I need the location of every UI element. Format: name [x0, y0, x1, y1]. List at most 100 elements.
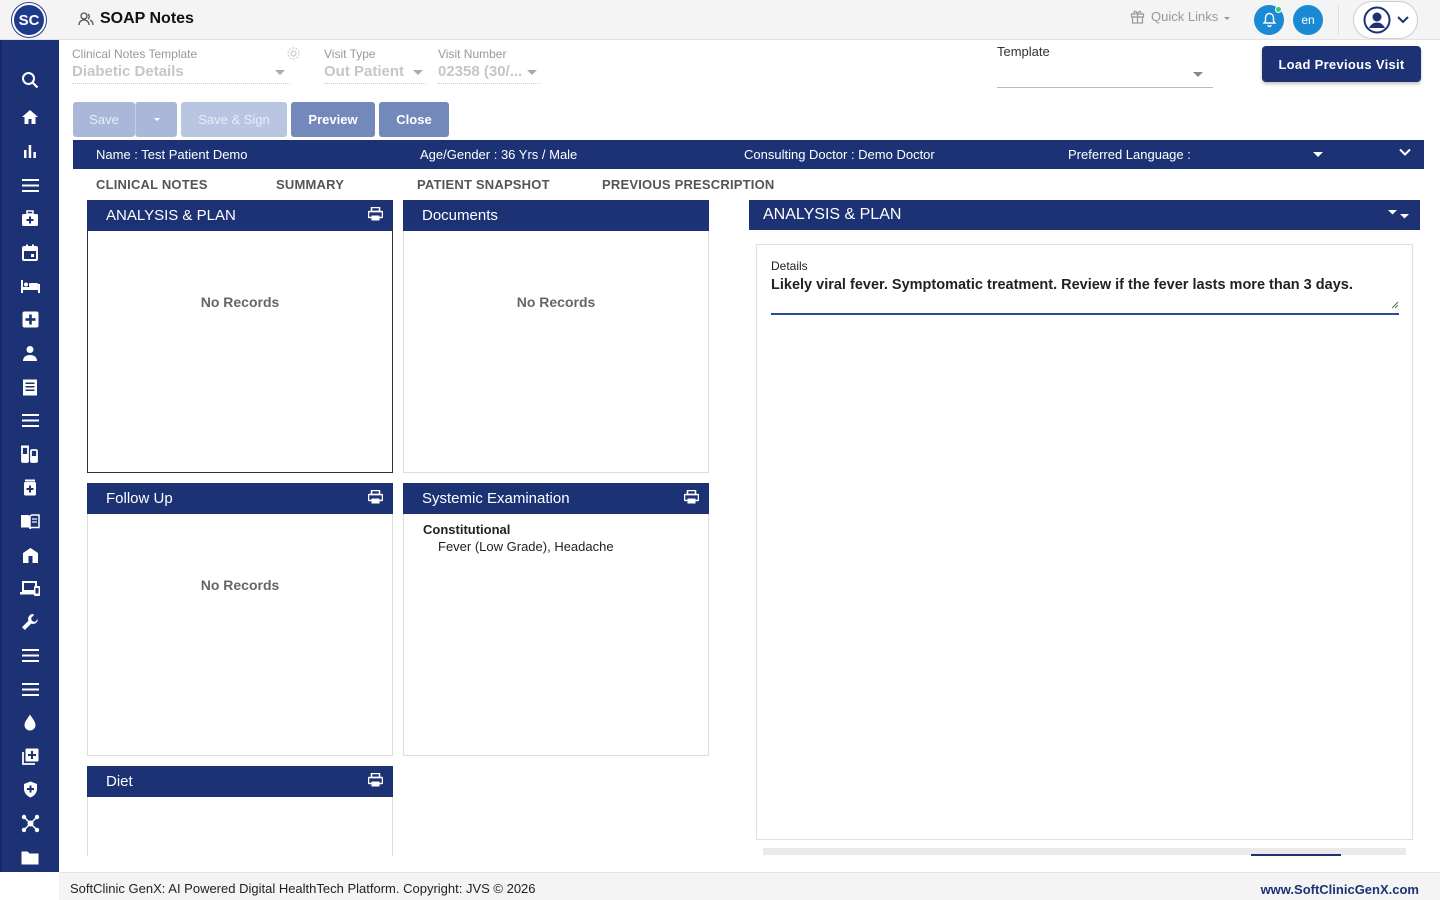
documents-card[interactable]: Documents No Records	[403, 200, 709, 473]
patient-info-bar: Name : Test Patient Demo Age/Gender : 36…	[73, 140, 1424, 169]
calendar-icon[interactable]	[19, 241, 41, 263]
resize-handle-icon[interactable]	[1391, 301, 1399, 309]
page-title: SOAP Notes	[100, 10, 194, 27]
horizontal-scrollbar[interactable]	[763, 848, 1406, 856]
collapse-caret-icon[interactable]	[1388, 209, 1410, 221]
tab-previous-prescription[interactable]: PREVIOUS PRESCRIPTION	[602, 177, 775, 192]
diet-card[interactable]: Diet	[87, 766, 393, 856]
preview-button[interactable]: Preview	[291, 102, 375, 137]
drop-icon[interactable]	[19, 711, 41, 733]
card-title: Follow Up	[106, 490, 173, 507]
card-header: Documents	[403, 200, 709, 231]
details-label: Details	[771, 259, 808, 273]
save-button[interactable]: Save	[73, 102, 135, 137]
exam-section-value: Fever (Low Grade), Headache	[438, 539, 614, 554]
plus-box-icon[interactable]	[19, 308, 41, 330]
copyright-text: SoftClinic GenX: AI Powered Digital Heal…	[70, 881, 536, 896]
preferred-language-label: Preferred Language :	[1068, 147, 1191, 162]
panel-title: ANALYSIS & PLAN	[763, 206, 902, 223]
patient-name: Name : Test Patient Demo	[96, 147, 248, 162]
lab-icon[interactable]	[19, 443, 41, 465]
chevron-down-icon[interactable]	[1399, 148, 1411, 157]
systemic-examination-card[interactable]: Systemic Examination Constitutional Feve…	[403, 483, 709, 756]
analysis-plan-panel: Details Likely viral fever. Symptomatic …	[756, 244, 1413, 840]
template-select[interactable]: Template	[997, 44, 1213, 88]
close-button[interactable]: Close	[379, 102, 449, 137]
document-list-icon[interactable]	[19, 376, 41, 398]
patient-age-gender: Age/Gender : 36 Yrs / Male	[420, 147, 578, 162]
caret-down-icon	[1193, 72, 1203, 77]
details-text: Likely viral fever. Symptomatic treatmen…	[771, 277, 1353, 293]
print-icon[interactable]	[684, 490, 699, 504]
empty-state: No Records	[200, 294, 280, 310]
visit-type-select[interactable]: Visit Type Out Patient	[324, 47, 426, 84]
empty-state: No Records	[516, 294, 596, 310]
devices-icon[interactable]	[19, 577, 41, 599]
visit-number-value: 02358 (30/...	[438, 63, 523, 80]
load-previous-visit-button[interactable]: Load Previous Visit	[1262, 46, 1421, 82]
menu-icon[interactable]	[19, 678, 41, 700]
clinical-notes-template-label: Clinical Notes Template	[72, 47, 198, 61]
clinical-notes-template-value: Diabetic Details	[72, 63, 184, 80]
card-title: Documents	[422, 207, 498, 224]
analysis-plan-card[interactable]: ANALYSIS & PLAN No Records	[87, 200, 393, 473]
clinical-notes-template-select[interactable]: Clinical Notes Template Diabetic Details	[72, 47, 290, 84]
card-title: Systemic Examination	[422, 490, 570, 507]
user-menu-button[interactable]	[1353, 1, 1418, 39]
bell-icon	[1262, 12, 1276, 28]
tab-clinical-notes[interactable]: CLINICAL NOTES	[96, 177, 208, 192]
network-icon[interactable]	[19, 812, 41, 834]
menu-icon[interactable]	[19, 174, 41, 196]
details-textarea[interactable]: Likely viral fever. Symptomatic treatmen…	[771, 277, 1399, 315]
pharmacy-icon[interactable]	[19, 476, 41, 498]
scrollbar-thumb[interactable]	[1251, 854, 1341, 856]
visit-number-label: Visit Number	[438, 47, 507, 61]
caret-down-icon	[153, 118, 160, 121]
language-dropdown-caret[interactable]	[1313, 152, 1323, 157]
caret-down-icon	[275, 70, 285, 75]
card-title: Diet	[106, 773, 133, 790]
save-options-dropdown[interactable]	[135, 102, 177, 137]
print-icon[interactable]	[368, 490, 383, 504]
building-icon[interactable]	[19, 544, 41, 566]
app-title-group: SOAP Notes	[78, 10, 194, 28]
visit-number-select[interactable]: Visit Number 02358 (30/...	[438, 47, 540, 84]
status-dot	[1275, 6, 1282, 13]
follow-up-card[interactable]: Follow Up No Records	[87, 483, 393, 756]
notifications-button[interactable]	[1254, 5, 1284, 35]
menu-icon[interactable]	[19, 644, 41, 666]
settings-icon[interactable]	[286, 46, 301, 61]
home-icon[interactable]	[19, 106, 41, 128]
app-logo[interactable]: SC	[12, 3, 46, 37]
visit-type-value: Out Patient	[324, 63, 405, 80]
tab-summary[interactable]: SUMMARY	[276, 177, 344, 192]
book-icon[interactable]	[19, 510, 41, 532]
tab-patient-snapshot[interactable]: PATIENT SNAPSHOT	[417, 177, 550, 192]
empty-state: No Records	[200, 577, 280, 593]
quick-links-label: Quick Links	[1151, 9, 1219, 24]
caret-down-icon	[413, 70, 423, 75]
shield-icon[interactable]	[19, 778, 41, 800]
template-label: Template	[997, 44, 1050, 59]
card-title: ANALYSIS & PLAN	[106, 207, 236, 224]
person-icon[interactable]	[19, 342, 41, 364]
print-icon[interactable]	[368, 207, 383, 221]
save-and-sign-button[interactable]: Save & Sign	[181, 102, 287, 137]
print-icon[interactable]	[368, 773, 383, 787]
wrench-icon[interactable]	[19, 611, 41, 633]
caret-down-icon	[1224, 17, 1231, 20]
top-bar: SC SOAP Notes Quick Links en	[0, 0, 1440, 40]
bed-icon[interactable]	[19, 275, 41, 297]
sidebar-nav	[0, 40, 59, 872]
folder-icon[interactable]	[19, 846, 41, 868]
bar-chart-icon[interactable]	[19, 140, 41, 162]
add-copy-icon[interactable]	[19, 745, 41, 767]
menu-icon[interactable]	[19, 409, 41, 431]
gift-icon	[1130, 10, 1145, 24]
search-icon[interactable]	[19, 69, 41, 91]
quick-links-menu[interactable]: Quick Links	[1130, 9, 1231, 24]
medical-bag-icon[interactable]	[19, 207, 41, 229]
language-button[interactable]: en	[1293, 5, 1323, 35]
website-link[interactable]: www.SoftClinicGenX.com	[1261, 882, 1419, 897]
analysis-plan-panel-header: ANALYSIS & PLAN	[749, 200, 1420, 230]
